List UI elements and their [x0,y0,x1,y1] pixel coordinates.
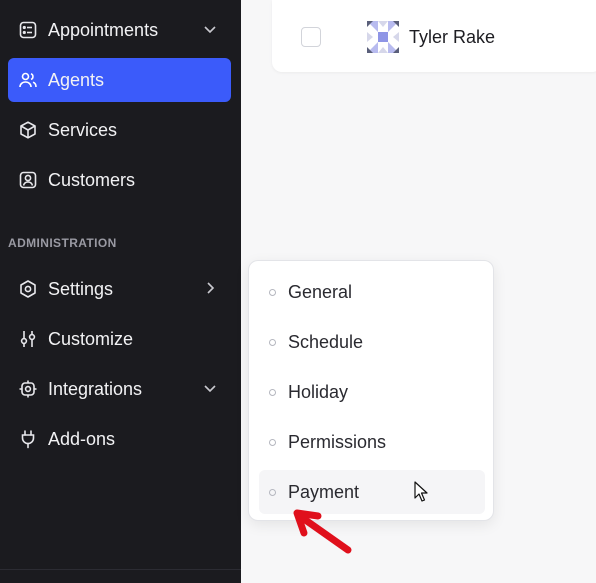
bullet-icon [269,438,276,446]
submenu-item-label: General [288,281,353,302]
agent-name[interactable]: Tyler Rake [409,27,495,48]
sidebar-item-label: Settings [48,278,114,299]
avatar [367,21,399,53]
submenu-item-schedule[interactable]: Schedule [259,320,485,364]
sidebar-item-customers[interactable]: Customers [8,158,231,202]
users-icon [18,70,38,90]
sidebar-item-settings[interactable]: Settings [8,267,231,311]
customer-icon [18,170,38,190]
submenu-item-holiday[interactable]: Holiday [259,370,485,414]
sidebar: Appointments Agents Services Customers A… [0,0,241,583]
sidebar-item-customize[interactable]: Customize [8,317,231,361]
chevron-down-icon[interactable] [201,379,219,397]
sidebar-item-label: Add-ons [48,428,116,449]
bullet-icon [269,338,276,346]
sidebar-item-label: Services [48,119,118,140]
section-label-administration: ADMINISTRATION [8,236,117,250]
plug-icon [18,429,38,449]
mouse-cursor-icon [414,481,428,502]
bullet-icon [269,288,276,296]
submenu-item-label: Holiday [288,381,349,402]
chevron-right-icon[interactable] [201,279,219,297]
sliders-icon [18,329,38,349]
hexagon-gear-icon [18,279,38,299]
red-arrow-annotation-icon [293,509,352,554]
integrations-icon [18,379,38,399]
submenu-item-label: Schedule [288,331,364,352]
submenu-item-general[interactable]: General [259,270,485,314]
table-row[interactable]: Tyler Rake [272,0,596,72]
submenu-item-permissions[interactable]: Permissions [259,420,485,464]
submenu-item-label: Permissions [288,431,387,452]
chevron-down-icon[interactable] [201,20,219,38]
sidebar-item-add-ons[interactable]: Add-ons [8,417,231,461]
sidebar-item-label: Customers [48,169,136,190]
bullet-icon [269,488,276,496]
sidebar-item-label: Integrations [48,378,143,399]
sidebar-item-label: Agents [48,69,105,90]
bullet-icon [269,388,276,396]
sidebar-item-label: Appointments [48,19,159,40]
row-checkbox[interactable] [301,27,321,47]
sidebar-item-label: Customize [48,328,134,349]
cube-icon [18,120,38,140]
sidebar-item-integrations[interactable]: Integrations [8,367,231,411]
sidebar-item-appointments[interactable]: Appointments [8,8,231,52]
sidebar-divider [0,569,241,570]
sidebar-item-services[interactable]: Services [8,108,231,152]
settings-submenu: General Schedule Holiday Permissions Pay… [248,260,494,521]
submenu-item-label: Payment [288,481,360,502]
calendar-list-icon [18,20,38,40]
sidebar-item-agents[interactable]: Agents [8,58,231,102]
